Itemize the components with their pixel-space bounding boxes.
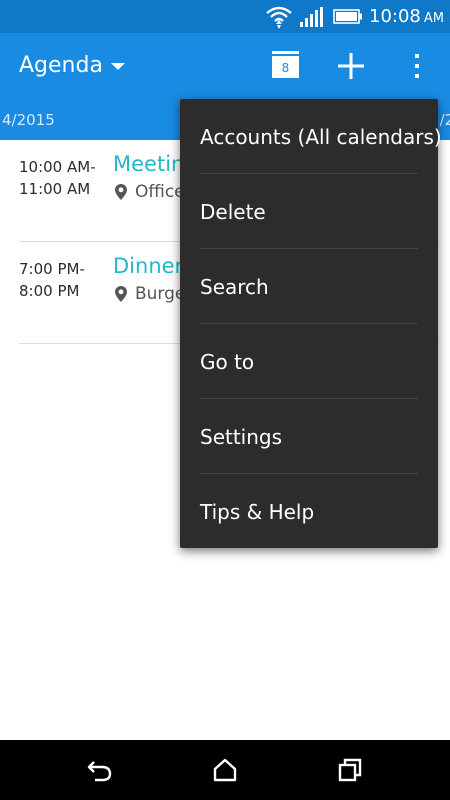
menu-item-settings[interactable]: Settings — [180, 399, 438, 474]
event-title: Meetin — [113, 152, 185, 176]
today-day-number: 8 — [282, 61, 290, 75]
clock-time: 10:08 — [369, 6, 421, 27]
menu-item-tips-help[interactable]: Tips & Help — [180, 474, 438, 549]
status-bar: 10:08 AM — [0, 0, 450, 33]
location-pin-icon — [115, 286, 127, 302]
menu-item-search[interactable]: Search — [180, 249, 438, 324]
menu-item-label: Tips & Help — [200, 500, 315, 524]
menu-item-label: Search — [200, 275, 269, 299]
clock-ampm: AM — [423, 11, 444, 26]
event-location-text: Office — [135, 182, 185, 202]
back-icon[interactable] — [87, 757, 113, 783]
event-title: Dinner — [113, 254, 184, 278]
battery-icon — [333, 9, 362, 24]
event-location: Office — [115, 182, 185, 202]
menu-item-go-to[interactable]: Go to — [180, 324, 438, 399]
date-label-left[interactable]: 4/2015 — [2, 111, 55, 129]
event-time: 7:00 PM- 8:00 PM — [19, 258, 85, 302]
event-time-start: 10:00 AM- — [19, 158, 96, 176]
menu-item-delete[interactable]: Delete — [180, 174, 438, 249]
home-icon[interactable] — [212, 757, 238, 783]
overflow-menu-icon[interactable] — [408, 51, 426, 81]
overflow-menu: Accounts (All calendars) Delete Search G… — [180, 99, 442, 549]
event-time-end: 11:00 AM — [19, 180, 91, 198]
event-location: Burge — [115, 284, 185, 304]
signal-icon — [300, 7, 323, 27]
recents-icon[interactable] — [337, 757, 363, 783]
wifi-icon — [266, 6, 292, 29]
dropdown-caret-icon — [110, 63, 125, 70]
status-clock: 10:08 AM — [369, 6, 444, 27]
menu-item-label: Delete — [200, 200, 266, 224]
event-time-end: 8:00 PM — [19, 282, 80, 300]
app-title: Agenda — [19, 53, 103, 78]
event-location-text: Burge — [135, 284, 186, 304]
navigation-bar — [0, 740, 450, 800]
menu-item-label: Settings — [200, 425, 283, 449]
location-pin-icon — [115, 184, 127, 200]
calendar-today-icon[interactable]: 8 — [272, 51, 299, 78]
view-selector[interactable]: Agenda — [19, 53, 125, 78]
menu-item-label: Accounts (All calendars) — [200, 125, 442, 149]
event-time: 10:00 AM- 11:00 AM — [19, 156, 96, 200]
app-bar: Agenda 8 — [0, 33, 450, 100]
menu-item-accounts[interactable]: Accounts (All calendars) — [180, 99, 442, 174]
event-time-start: 7:00 PM- — [19, 260, 85, 278]
menu-item-label: Go to — [200, 350, 255, 374]
add-icon[interactable] — [336, 51, 366, 81]
